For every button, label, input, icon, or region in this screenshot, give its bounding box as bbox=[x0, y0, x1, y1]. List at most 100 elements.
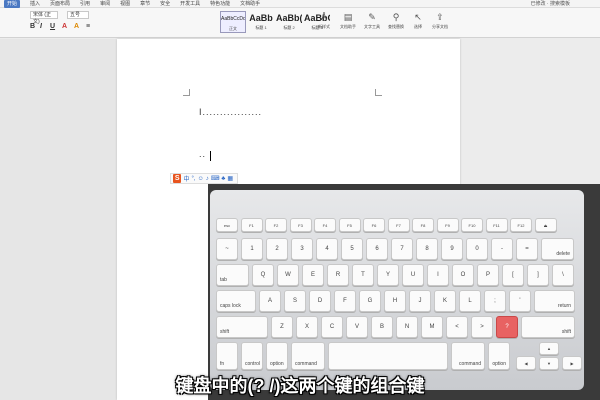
key-U[interactable]: U bbox=[402, 264, 424, 286]
key-8[interactable]: 8 bbox=[416, 238, 438, 260]
key-Q[interactable]: Q bbox=[252, 264, 274, 286]
key-D[interactable]: D bbox=[309, 290, 331, 312]
highlight-button[interactable]: A bbox=[74, 23, 79, 30]
key-F9[interactable]: F9 bbox=[436, 218, 459, 232]
key-shift[interactable]: shift bbox=[216, 316, 268, 338]
key-G[interactable]: G bbox=[359, 290, 381, 312]
key-Y[interactable]: Y bbox=[377, 264, 399, 286]
key-F7[interactable]: F7 bbox=[387, 218, 410, 232]
style-card-1[interactable]: AaBb 标题 1 bbox=[248, 11, 274, 33]
key-option[interactable]: option bbox=[488, 342, 510, 370]
key-tab[interactable]: tab bbox=[216, 264, 249, 286]
key-symbol[interactable]: ▼ bbox=[539, 357, 559, 370]
key-L[interactable]: L bbox=[459, 290, 481, 312]
key-F6[interactable]: F6 bbox=[363, 218, 385, 232]
key-N[interactable]: N bbox=[396, 316, 418, 338]
menu-tab-3[interactable]: 引用 bbox=[80, 0, 90, 8]
ime-keyboard-icon[interactable]: ⌨ bbox=[211, 175, 220, 182]
key-symbol[interactable]: [ bbox=[502, 264, 524, 286]
key-3[interactable]: 3 bbox=[291, 238, 313, 260]
menu-tab-4[interactable]: 审阅 bbox=[100, 0, 110, 8]
key-B[interactable]: B bbox=[371, 316, 393, 338]
key-F2[interactable]: F2 bbox=[265, 218, 287, 232]
key-5[interactable]: 5 bbox=[341, 238, 363, 260]
key-F10[interactable]: F10 bbox=[461, 218, 483, 232]
font-name-select[interactable]: 宋体 (正文) bbox=[30, 11, 58, 25]
key-9[interactable]: 9 bbox=[441, 238, 463, 260]
tool-button-1[interactable]: ▤ 文档助手 bbox=[336, 10, 360, 30]
key-symbol[interactable]: = bbox=[516, 238, 538, 260]
key-2[interactable]: 2 bbox=[266, 238, 288, 260]
key-option[interactable]: option bbox=[266, 342, 288, 370]
key-symbol[interactable]: ◀ bbox=[516, 356, 536, 370]
key-F8[interactable]: F8 bbox=[412, 218, 434, 232]
key-4[interactable]: 4 bbox=[316, 238, 338, 260]
key-O[interactable]: O bbox=[452, 264, 474, 286]
tool-button-2[interactable]: ✎ 文字工具 bbox=[360, 10, 384, 30]
key-A[interactable]: A bbox=[259, 290, 281, 312]
key-R[interactable]: R bbox=[327, 264, 349, 286]
key-X[interactable]: X bbox=[296, 316, 318, 338]
tool-button-4[interactable]: ↖ 选择 bbox=[406, 10, 430, 30]
key-I[interactable]: I bbox=[427, 264, 449, 286]
menu-tab-6[interactable]: 章节 bbox=[140, 0, 150, 8]
key-symbol[interactable]: ⏏ bbox=[534, 218, 557, 232]
key-P[interactable]: P bbox=[477, 264, 499, 286]
style-card-0[interactable]: AaBbCcDd 正文 bbox=[220, 11, 246, 33]
key-symbol[interactable]: ▶ bbox=[562, 356, 582, 370]
italic-button[interactable]: I bbox=[40, 23, 42, 30]
key-symbol[interactable]: > bbox=[471, 316, 493, 338]
font-size-select[interactable]: 五号 bbox=[67, 11, 89, 19]
key-symbol[interactable]: \ bbox=[552, 264, 574, 286]
key-C[interactable]: C bbox=[321, 316, 343, 338]
tool-button-0[interactable]: Å 新样式 bbox=[312, 10, 336, 30]
key-K[interactable]: K bbox=[434, 290, 456, 312]
menu-tab-7[interactable]: 安全 bbox=[160, 0, 170, 8]
key-F[interactable]: F bbox=[334, 290, 356, 312]
key-6[interactable]: 6 bbox=[366, 238, 388, 260]
menu-tab-1[interactable]: 插入 bbox=[30, 0, 40, 8]
style-card-2[interactable]: AaBb(标题 2 bbox=[276, 11, 302, 33]
key-Z[interactable]: Z bbox=[271, 316, 293, 338]
ime-punct-icon[interactable]: °, bbox=[192, 176, 196, 182]
key-F1[interactable]: F1 bbox=[240, 218, 263, 232]
key-F5[interactable]: F5 bbox=[338, 218, 361, 232]
key-shift[interactable]: shift bbox=[521, 316, 575, 338]
key-return[interactable]: return bbox=[534, 290, 575, 312]
menu-tab-5[interactable]: 视图 bbox=[120, 0, 130, 8]
key-V[interactable]: V bbox=[346, 316, 368, 338]
menu-tab-2[interactable]: 页面布局 bbox=[50, 0, 70, 8]
menu-tab-10[interactable]: 文档助手 bbox=[240, 0, 260, 8]
key-H[interactable]: H bbox=[384, 290, 406, 312]
key-F12[interactable]: F12 bbox=[510, 218, 532, 232]
key-symbol[interactable]: ▲ bbox=[539, 342, 559, 355]
key-F3[interactable]: F3 bbox=[289, 218, 312, 232]
strikethrough-button[interactable]: ≡ bbox=[86, 23, 90, 30]
key-W[interactable]: W bbox=[277, 264, 299, 286]
tool-button-3[interactable]: ⚲ 查找替换 bbox=[384, 10, 408, 30]
key-symbol[interactable]: ] bbox=[527, 264, 549, 286]
underline-button[interactable]: U bbox=[50, 23, 55, 30]
key-0[interactable]: 0 bbox=[466, 238, 488, 260]
ime-skin-icon[interactable]: ♣ bbox=[221, 176, 225, 182]
key-symbol[interactable]: < bbox=[446, 316, 468, 338]
key-symbol[interactable]: ; bbox=[484, 290, 506, 312]
key-command[interactable]: command bbox=[451, 342, 485, 370]
bold-button[interactable]: B bbox=[30, 23, 35, 30]
key-F11[interactable]: F11 bbox=[485, 218, 508, 232]
ime-mic-icon[interactable]: ♪ bbox=[206, 176, 209, 182]
key-symbol[interactable]: ' bbox=[509, 290, 531, 312]
menu-tab-8[interactable]: 开发工具 bbox=[180, 0, 200, 8]
ime-emoji-icon[interactable]: ☺ bbox=[198, 176, 204, 182]
key-fn[interactable]: fn bbox=[216, 342, 238, 370]
key-symbol[interactable]: - bbox=[491, 238, 513, 260]
key-T[interactable]: T bbox=[352, 264, 374, 286]
key-command[interactable]: command bbox=[291, 342, 325, 370]
ime-menu-icon[interactable]: ▦ bbox=[227, 175, 233, 182]
tool-button-5[interactable]: ⇪ 分享文档 bbox=[428, 10, 452, 30]
key-7[interactable]: 7 bbox=[391, 238, 413, 260]
key-delete[interactable]: delete bbox=[541, 238, 574, 260]
key-space[interactable] bbox=[328, 342, 448, 370]
ime-toolbar[interactable]: S 中 °, ☺ ♪ ⌨ ♣ ▦ bbox=[170, 173, 238, 184]
key-M[interactable]: M bbox=[421, 316, 443, 338]
